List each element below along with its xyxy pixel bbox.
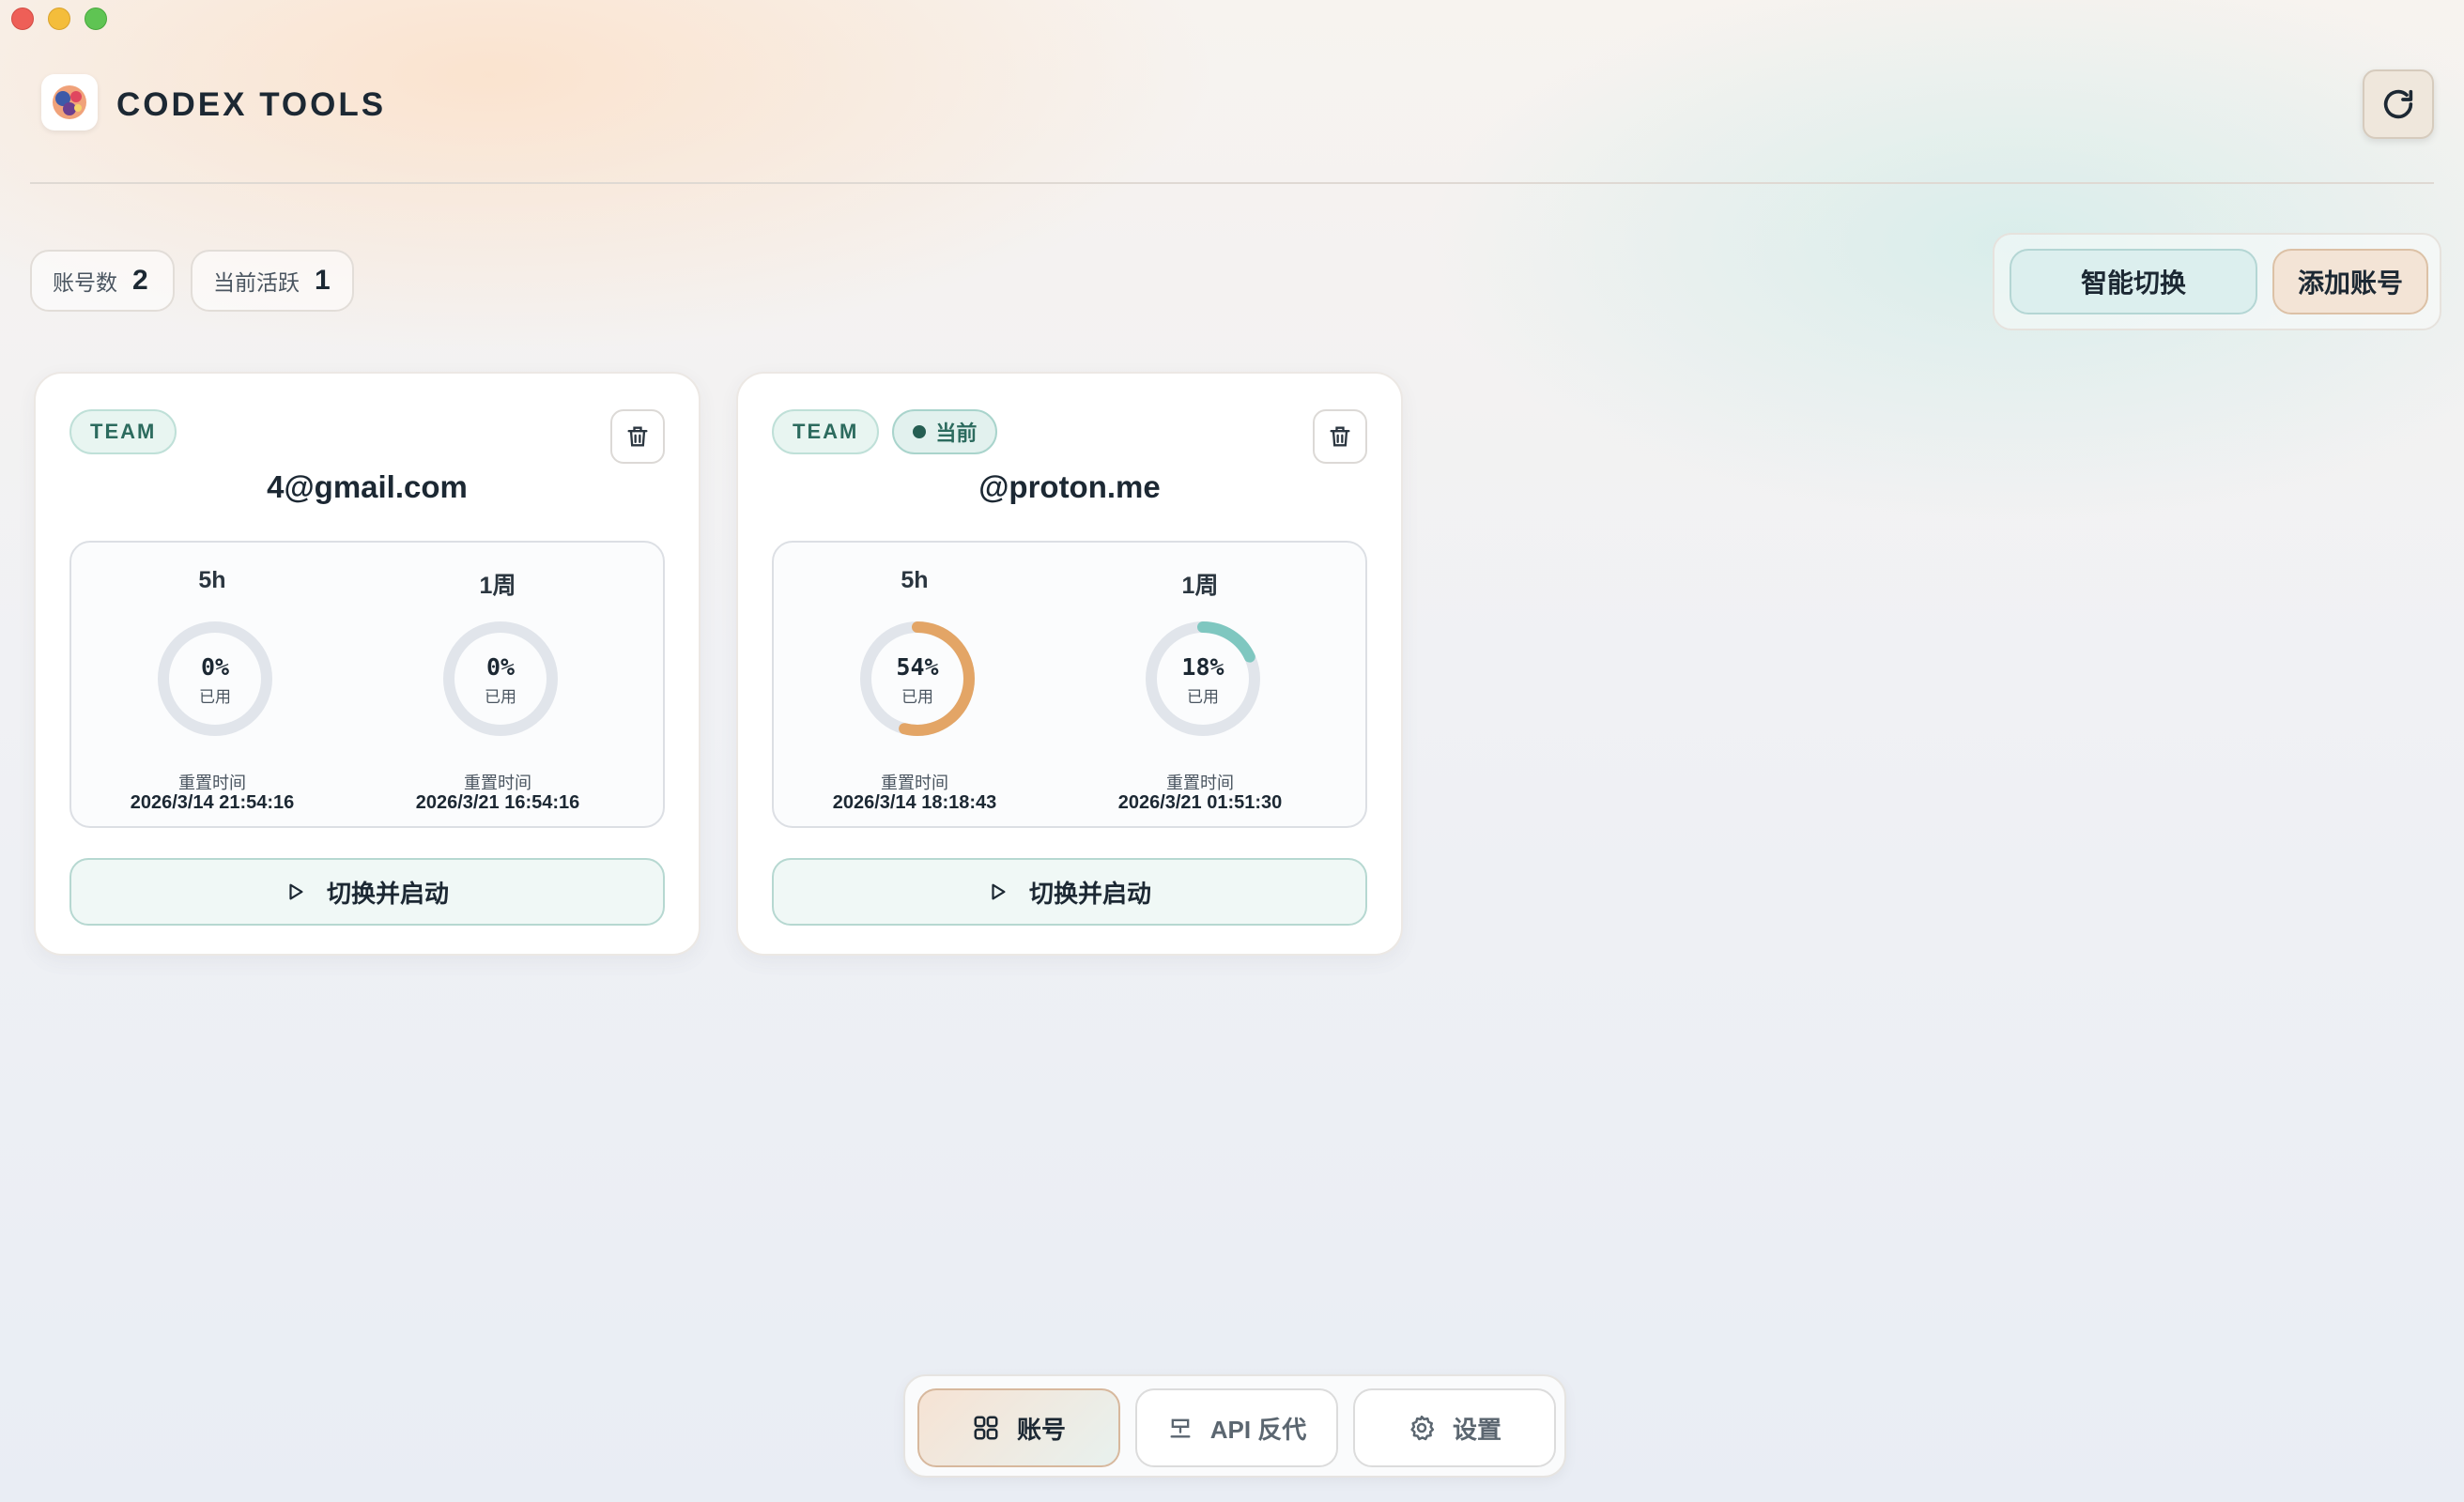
usage-5h: 5h 54% 已用 重置时间 2026/3/14 18:18:43 <box>774 543 1055 826</box>
plan-badge: TEAM <box>772 409 880 454</box>
add-account-button[interactable]: 添加账号 <box>2272 249 2428 314</box>
usage-used-label: 已用 <box>1187 688 1219 706</box>
app-logo <box>41 74 98 130</box>
usage-week: 1周 18% 已用 重置时间 2026/3/21 01:51:30 <box>1059 543 1341 826</box>
usage-5h: 5h 0% 已用 重置时间 2026/3/14 21:54:16 <box>71 543 353 826</box>
delete-account-button[interactable] <box>1313 409 1367 464</box>
nav-item-accounts[interactable]: 账号 <box>917 1388 1120 1467</box>
usage-percent: 0% <box>485 653 516 681</box>
api-icon <box>1170 1418 1191 1438</box>
window-controls <box>11 8 107 30</box>
usage-period: 5h <box>901 567 929 593</box>
usage-used-label: 已用 <box>199 688 231 706</box>
usage-period: 1周 <box>1181 573 1219 599</box>
usage-ring: 54% 已用 <box>858 620 977 738</box>
usage-panel: 5h 0% 已用 重置时间 2026/3/14 21:54:16 1周 0% 已… <box>69 541 665 828</box>
usage-ring: 0% 已用 <box>441 620 560 738</box>
reset-time: 2026/3/21 16:54:16 <box>415 792 580 813</box>
reset-label: 重置时间 <box>464 774 531 792</box>
switch-launch-button[interactable]: 切换并启动 <box>772 858 1367 926</box>
account-email: @proton.me <box>978 469 1161 504</box>
usage-used-label: 已用 <box>901 688 933 706</box>
nav-item-settings[interactable]: 设置 <box>1353 1388 1556 1467</box>
reset-label: 重置时间 <box>1166 774 1234 792</box>
app-header: CODEX TOOLS <box>30 66 2434 184</box>
trash-icon <box>1330 426 1350 447</box>
current-label: 当前 <box>935 421 978 445</box>
reset-time: 2026/3/21 01:51:30 <box>1117 792 1283 813</box>
smart-switch-button[interactable]: 智能切换 <box>2010 249 2257 314</box>
bottom-nav: 账号 API 反代 设置 <box>903 1374 1566 1478</box>
current-badge: 当前 <box>892 409 998 454</box>
grid-icon <box>974 1416 998 1440</box>
refresh-icon <box>2383 89 2413 119</box>
reset-label: 重置时间 <box>881 774 948 792</box>
active-count-chip: 当前活跃 1 <box>191 250 354 312</box>
app-title: CODEX TOOLS <box>116 86 387 123</box>
trash-icon <box>627 426 648 447</box>
delete-account-button[interactable] <box>610 409 665 464</box>
nav-api-label: API 反代 <box>1209 1415 1307 1444</box>
plan-badge: TEAM <box>69 409 177 454</box>
usage-week: 1周 0% 已用 重置时间 2026/3/21 16:54:16 <box>357 543 639 826</box>
account-card: TEAM 当前 @proton.me 5h 54% 已用 重置时间 2026/3… <box>736 372 1403 956</box>
usage-ring: 0% 已用 <box>156 620 274 738</box>
account-count-label: 账号数 <box>53 270 117 295</box>
nav-settings-label: 设置 <box>1452 1415 1502 1444</box>
play-icon <box>289 883 303 900</box>
badge-row: TEAM <box>69 409 177 454</box>
account-count-value: 2 <box>132 265 148 296</box>
usage-used-label: 已用 <box>485 688 516 706</box>
gear-icon <box>1410 1415 1435 1441</box>
usage-percent: 0% <box>200 653 230 681</box>
nav-item-api-proxy[interactable]: API 反代 <box>1135 1388 1338 1467</box>
usage-percent: 18% <box>1181 653 1224 681</box>
usage-ring: 18% 已用 <box>1144 620 1262 738</box>
window-minimize-button[interactable] <box>48 8 70 30</box>
reset-time: 2026/3/14 18:18:43 <box>832 792 997 813</box>
account-card: TEAM 4@gmail.com 5h 0% 已用 重置时间 2026/3/14… <box>34 372 701 956</box>
switch-launch-label: 切换并启动 <box>326 879 449 908</box>
account-email: 4@gmail.com <box>267 469 468 504</box>
switch-launch-button[interactable]: 切换并启动 <box>69 858 665 926</box>
badge-row: TEAM 当前 <box>772 409 998 454</box>
nav-accounts-label: 账号 <box>1016 1415 1066 1444</box>
current-dot-icon <box>913 425 927 438</box>
usage-period: 1周 <box>479 573 516 599</box>
usage-percent: 54% <box>896 653 939 681</box>
usage-period: 5h <box>198 567 226 593</box>
play-icon <box>992 883 1006 900</box>
window-maximize-button[interactable] <box>85 8 107 30</box>
active-count-value: 1 <box>315 265 331 296</box>
window-close-button[interactable] <box>11 8 34 30</box>
usage-panel: 5h 54% 已用 重置时间 2026/3/14 18:18:43 1周 18% <box>772 541 1367 828</box>
reset-label: 重置时间 <box>178 774 246 792</box>
active-count-label: 当前活跃 <box>213 270 300 295</box>
switch-launch-label: 切换并启动 <box>1028 879 1151 908</box>
refresh-button[interactable] <box>2363 69 2434 139</box>
account-count-chip: 账号数 2 <box>30 250 175 312</box>
account-actions: 智能切换 添加账号 <box>1993 233 2441 330</box>
reset-time: 2026/3/14 21:54:16 <box>130 792 295 813</box>
